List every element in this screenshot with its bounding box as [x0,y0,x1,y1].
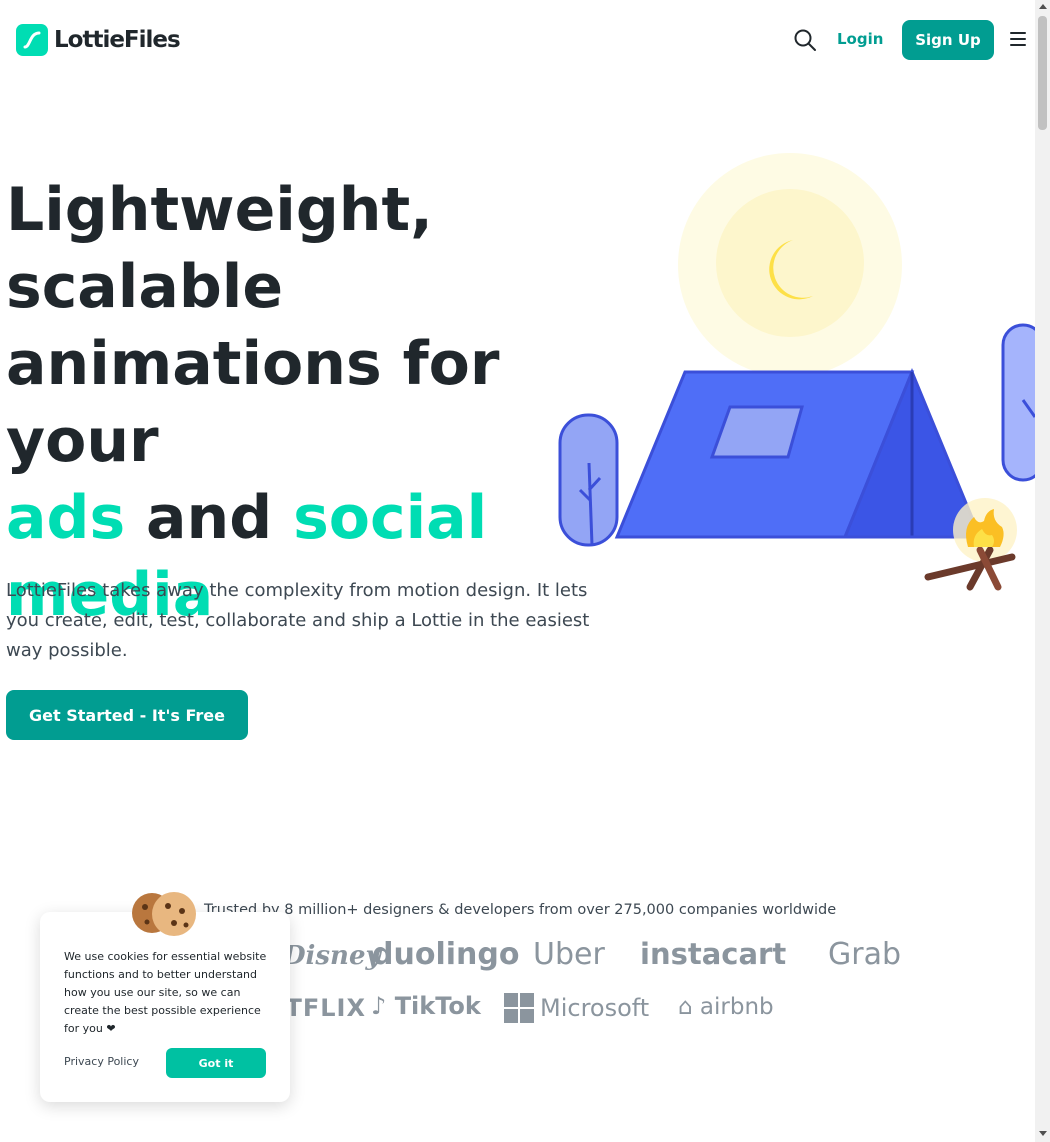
brand-logo-tiktok: ♪ TikTok [371,992,481,1020]
hero-title-and: and [146,483,273,553]
logo-text: LottieFiles [54,27,181,53]
brand-logo-instacart: instacart [640,937,787,971]
brand-logo-duolingo: duolingo [372,937,520,972]
login-link[interactable]: Login [837,30,883,48]
lottiefiles-logo[interactable]: LottieFiles [16,24,181,56]
signup-button[interactable]: Sign Up [902,20,994,60]
page-scrollbar[interactable] [1035,0,1050,1142]
hero-title-accent-ads: ads [6,483,126,553]
hamburger-menu-icon[interactable] [1010,32,1026,48]
airbnb-icon: ⌂ [678,994,693,1020]
brand-logo-grab: Grab [828,937,902,972]
cookie-message: We use cookies for essential website fun… [64,950,267,1035]
brand-logo-airbnb: ⌂ airbnb [678,994,774,1020]
brand-logo-microsoft-text: Microsoft [540,994,650,1022]
trusted-by-text: Trusted by 8 million+ designers & develo… [204,902,837,918]
hero-subtitle: LottieFiles takes away the complexity fr… [6,580,590,661]
accept-cookies-button[interactable]: Got it [166,1048,266,1078]
cookie-icon [132,887,198,937]
brand-logo-tiktok-text: TikTok [394,992,481,1020]
cookie-consent-banner: We use cookies for essential website fun… [40,912,290,1102]
lottiefiles-logo-icon [16,24,48,56]
hero-title: Lightweight, scalable animations for you… [6,172,626,634]
get-started-button[interactable]: Get Started - It's Free [6,690,248,740]
brand-logo-disney: Disney [283,941,381,971]
scroll-thumb[interactable] [1038,16,1047,130]
site-header: LottieFiles Login Sign Up [0,0,1035,80]
microsoft-windows-icon [504,993,534,1023]
hero-title-line3: animations for your [6,329,500,476]
brand-logo-microsoft: Microsoft [504,993,649,1023]
search-icon[interactable] [793,28,817,52]
scroll-down-arrow-icon[interactable] [1039,1131,1047,1136]
brand-logo-uber: Uber [533,937,605,972]
camping-tent-illustration [550,145,1045,605]
hero-title-line2: scalable [6,252,284,322]
tiktok-icon: ♪ [371,992,387,1020]
hero-title-accent-social: social [293,483,488,553]
brand-logo-airbnb-text: airbnb [699,994,774,1020]
scroll-up-arrow-icon[interactable] [1039,4,1047,9]
privacy-policy-link[interactable]: Privacy Policy [64,1055,139,1068]
hero-title-line1: Lightweight, [6,175,433,245]
